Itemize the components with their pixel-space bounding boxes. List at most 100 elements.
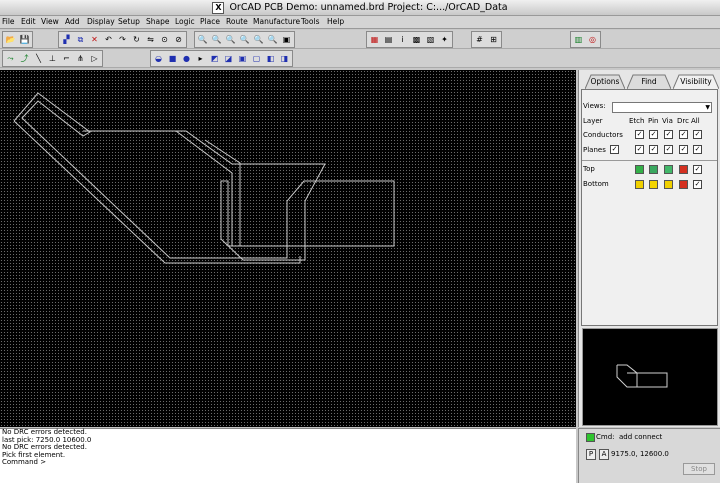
move-icon[interactable]: ▞ [60,33,73,46]
zoom-window-icon[interactable]: 🔍 [238,33,251,46]
toolbar-file-group: 📂 💾 [2,31,33,48]
zoom-previous-icon[interactable]: 🔍 [252,33,265,46]
zoom-fit-icon[interactable]: 🔍 [224,33,237,46]
menu-manufacture[interactable]: Manufacture [253,17,300,27]
minimap-board [616,364,668,388]
grid-icon[interactable]: # [473,33,486,46]
menu-file[interactable]: File [2,17,15,27]
shape-rect-icon[interactable]: ■ [166,52,179,65]
shape-select-icon[interactable]: ▸ [194,52,207,65]
top-via-color-swatch[interactable] [664,165,673,174]
tab-find[interactable]: Find [627,74,671,89]
tab-options[interactable]: Options [585,74,625,89]
add-line-icon[interactable]: ╲ [32,52,45,65]
zoom-in-icon[interactable]: 🔍 [196,33,209,46]
drc-update-icon[interactable]: ◎ [586,33,599,46]
info-icon[interactable]: i [396,33,409,46]
copy-icon[interactable]: ⧉ [74,33,87,46]
drc-icon[interactable]: ▥ [572,33,585,46]
bottom-etch-color-swatch[interactable] [635,180,644,189]
menu-place[interactable]: Place [200,17,220,27]
zoom-world-icon[interactable]: 🔍 [266,33,279,46]
bottom-drc-color-swatch[interactable] [679,180,688,189]
menu-shape[interactable]: Shape [146,17,170,27]
menu-add[interactable]: Add [65,17,80,27]
redo-icon[interactable]: ↷ [116,33,129,46]
bottom-pin-color-swatch[interactable] [649,180,658,189]
top-layer-checkbox[interactable] [693,165,702,174]
menu-route[interactable]: Route [226,17,248,27]
tab-visibility[interactable]: Visibility [673,74,719,89]
mirror-icon[interactable]: ⇋ [144,33,157,46]
menu-display[interactable]: Display [87,17,115,27]
shape-merge-icon[interactable]: ◧ [264,52,277,65]
vertex-icon[interactable]: ⌐ [60,52,73,65]
conductors-drc-checkbox[interactable] [679,130,688,139]
tab-options-label: Options [590,77,620,86]
planes-all-checkbox[interactable] [693,145,702,154]
design-canvas[interactable] [0,70,576,427]
layers-icon[interactable]: ▤ [382,33,395,46]
shape-circle-icon[interactable]: ● [180,52,193,65]
x-window-icon: X [212,1,225,14]
3d-view-icon[interactable]: ▣ [280,33,293,46]
ratsnest-icon[interactable]: ⊞ [487,33,500,46]
board-trace-a [204,139,241,246]
a-button[interactable]: A [599,449,609,460]
fanout-icon[interactable]: ⊥ [46,52,59,65]
toolbar-main: 📂 💾 ▞ ⧉ ✕ ↶ ↷ ↻ ⇋ ⊙ ⊘ 🔍 🔍 🔍 🔍 🔍 🔍 ▣ ▦ ▤ … [0,30,720,49]
dehighlight-icon[interactable]: ▧ [424,33,437,46]
planes-drc-checkbox[interactable] [679,145,688,154]
add-connect-icon[interactable]: ⤳ [4,52,17,65]
menu-edit[interactable]: Edit [21,17,36,27]
save-icon[interactable]: 💾 [18,33,31,46]
conductors-etch-checkbox[interactable] [635,130,644,139]
zoom-out-icon[interactable]: 🔍 [210,33,223,46]
slide-icon[interactable]: ⤴ [18,52,31,65]
menu-logic[interactable]: Logic [175,17,195,27]
color-icon[interactable]: ▦ [368,33,381,46]
open-icon[interactable]: 📂 [4,33,17,46]
shape-check-icon[interactable]: ◨ [278,52,291,65]
stop-button[interactable]: Stop [683,463,715,475]
planes-pin-checkbox[interactable] [649,145,658,154]
top-pin-color-swatch[interactable] [649,165,658,174]
world-view-minimap[interactable] [582,328,718,426]
bottom-via-color-swatch[interactable] [664,180,673,189]
planes-checkbox[interactable] [610,145,619,154]
shape-void-circle-icon[interactable]: ▢ [250,52,263,65]
top-etch-color-swatch[interactable] [635,165,644,174]
planes-etch-checkbox[interactable] [635,145,644,154]
conductors-pin-checkbox[interactable] [649,130,658,139]
menu-setup[interactable]: Setup [118,17,140,27]
shape-void-rect-icon[interactable]: ▣ [236,52,249,65]
undo-icon[interactable]: ↶ [102,33,115,46]
layer-top-label: Top [583,165,595,173]
unfix-icon[interactable]: ⊘ [172,33,185,46]
views-label: Views: [583,102,606,110]
conductors-via-checkbox[interactable] [664,130,673,139]
shape-void-icon[interactable]: ◪ [222,52,235,65]
toolbar-route: ⤳ ⤴ ╲ ⊥ ⌐ ⋔ ▷ ◒ ■ ● ▸ ◩ ◪ ▣ ▢ ◧ ◨ [0,49,720,68]
highlight-icon[interactable]: ▩ [410,33,423,46]
autoroute-icon[interactable]: ▷ [88,52,101,65]
menu-help[interactable]: Help [327,17,344,27]
p-button[interactable]: P [586,449,596,460]
menu-view[interactable]: View [41,17,59,27]
bottom-layer-checkbox[interactable] [693,180,702,189]
delay-tune-icon[interactable]: ⋔ [74,52,87,65]
command-console[interactable]: No DRC errors detected. last pick: 7250.… [0,428,576,483]
views-dropdown[interactable]: ▼ [612,102,712,113]
conductors-all-checkbox[interactable] [693,130,702,139]
planes-via-checkbox[interactable] [664,145,673,154]
top-drc-color-swatch[interactable] [679,165,688,174]
fix-icon[interactable]: ⊙ [158,33,171,46]
menu-tools[interactable]: Tools [301,17,319,27]
planes-label: Planes [583,146,606,154]
spin-icon[interactable]: ↻ [130,33,143,46]
shape-edit-icon[interactable]: ◩ [208,52,221,65]
delete-icon[interactable]: ✕ [88,33,101,46]
command-prompt[interactable]: Command > [0,459,576,467]
flash-icon[interactable]: ✦ [438,33,451,46]
shape-add-icon[interactable]: ◒ [152,52,165,65]
